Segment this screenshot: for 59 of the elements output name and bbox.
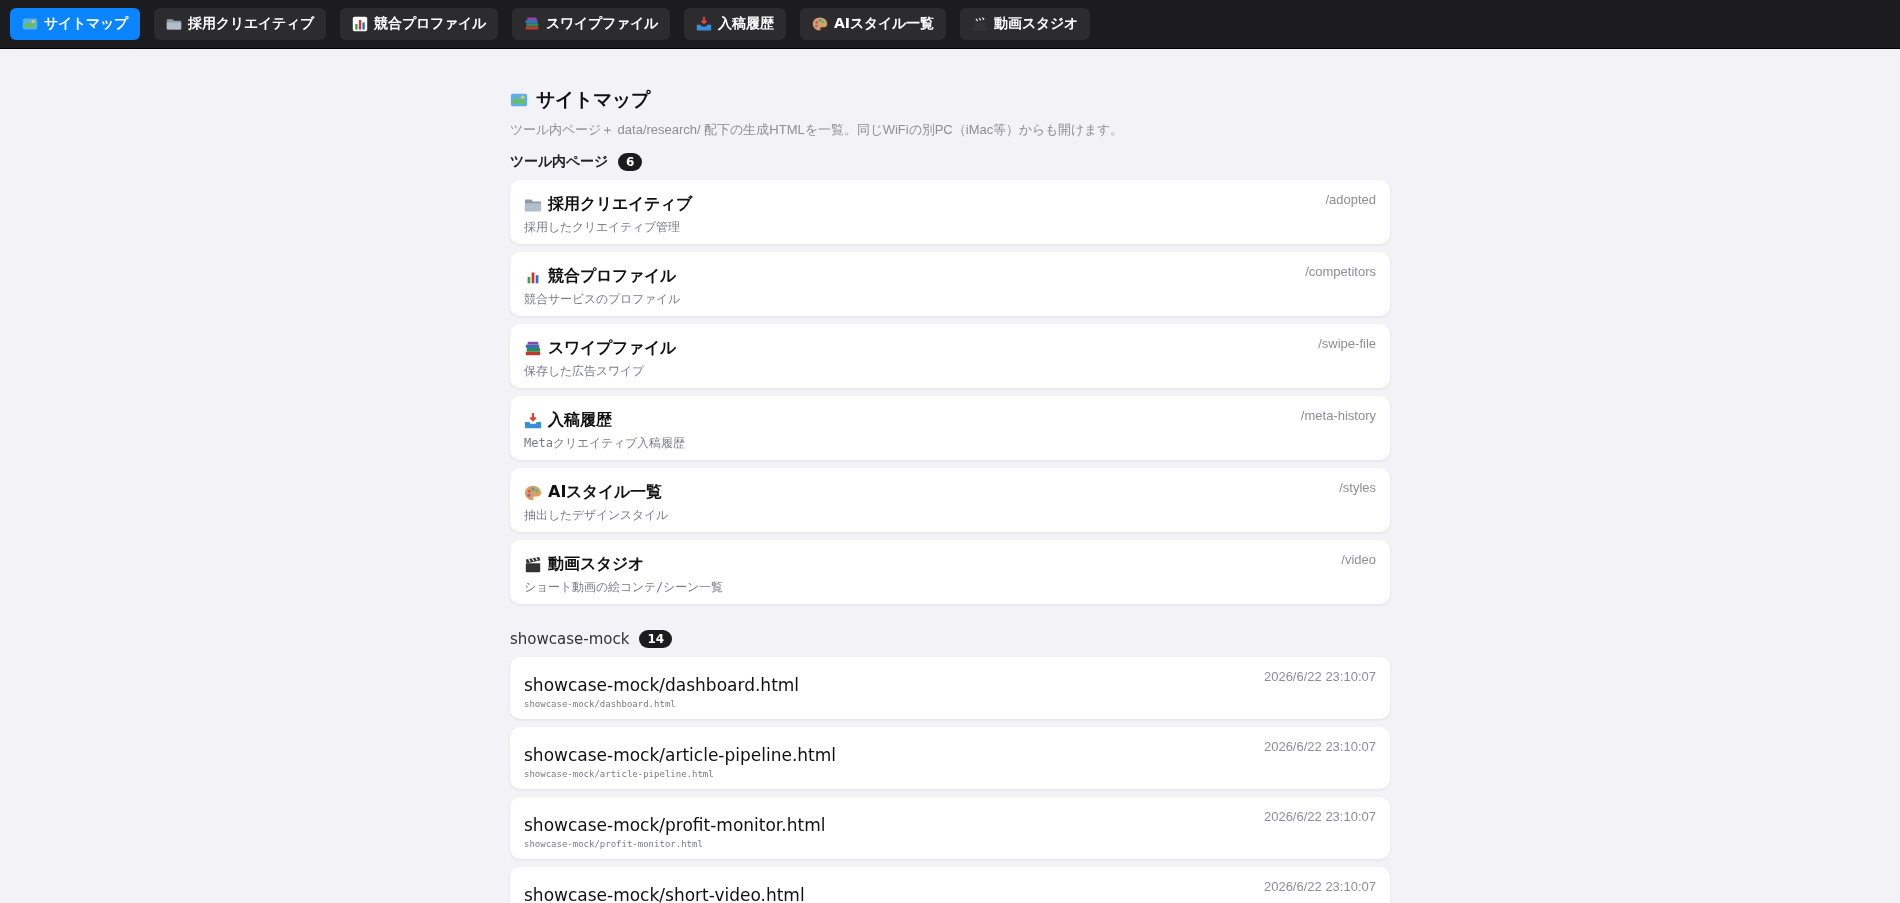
books-icon xyxy=(524,339,542,358)
page-title: サイトマップ xyxy=(536,87,650,112)
card-subtitle: ショート動画の絵コンテ/シーン一覧 xyxy=(524,579,724,596)
count-badge: 14 xyxy=(639,630,673,648)
nav-tab[interactable]: 入稿履歴 xyxy=(684,8,786,40)
card-subtitle: 抽出したデザインスタイル xyxy=(524,507,668,524)
file-card[interactable]: showcase-mock/dashboard.html showcase-mock/dashboard.html 2026/6/22 23:10:07 xyxy=(510,657,1390,719)
card-subtitle: showcase-mock/article-pipeline.html xyxy=(524,769,715,779)
card-subtitle: 採用したクリエイティブ管理 xyxy=(524,219,681,236)
page-card[interactable]: 入稿履歴 Metaクリエイティブ入稿履歴 /meta-history xyxy=(510,396,1390,460)
bar-chart-icon xyxy=(352,16,368,32)
count-badge: 6 xyxy=(618,153,643,171)
nav-tab[interactable]: 採用クリエイティブ xyxy=(154,8,326,40)
books-icon xyxy=(524,16,540,32)
timestamp: 2026/6/22 23:10:07 xyxy=(1263,879,1376,896)
route-path: /styles xyxy=(1339,480,1376,497)
section-heading: ツール内ページ xyxy=(510,153,608,171)
page-card[interactable]: 採用クリエイティブ 採用したクリエイティブ管理 /adopted xyxy=(510,180,1390,244)
card-subtitle: 競合サービスのプロファイル xyxy=(524,291,680,308)
timestamp: 2026/6/22 23:10:07 xyxy=(1263,739,1376,756)
card-title: 競合プロファイル xyxy=(548,266,676,287)
card-subtitle: showcase-mock/dashboard.html xyxy=(524,699,677,709)
card-subtitle: Metaクリエイティブ入稿履歴 xyxy=(524,435,685,452)
page-card[interactable]: 動画スタジオ ショート動画の絵コンテ/シーン一覧 /video xyxy=(510,540,1390,604)
nav-tab[interactable]: サイトマップ xyxy=(10,8,140,40)
card-title: showcase-mock/dashboard.html xyxy=(524,675,800,695)
page-card[interactable]: 競合プロファイル 競合サービスのプロファイル /competitors xyxy=(510,252,1390,316)
palette-icon xyxy=(812,16,828,32)
file-card[interactable]: showcase-mock/article-pipeline.html showcase-mock/article-pipeline.html 2026/6/22 23:10:07 xyxy=(510,727,1390,789)
route-path: /competitors xyxy=(1305,264,1376,281)
file-card[interactable]: showcase-mock/profit-monitor.html showcase-mock/profit-monitor.html 2026/6/22 23:10:07 xyxy=(510,797,1390,859)
palette-icon xyxy=(524,483,542,502)
card-title: showcase-mock/article-pipeline.html xyxy=(524,745,837,765)
timestamp: 2026/6/22 23:10:07 xyxy=(1263,809,1376,826)
nav-tab[interactable]: AIスタイル一覧 xyxy=(800,8,947,40)
section-heading: showcase-mock xyxy=(510,630,630,648)
timestamp: 2026/6/22 23:10:07 xyxy=(1263,669,1376,686)
route-path: /swipe-file xyxy=(1318,336,1376,353)
route-path: /video xyxy=(1341,552,1376,569)
card-title: 動画スタジオ xyxy=(548,554,644,575)
card-subtitle: 保存した広告スワイプ xyxy=(524,363,646,380)
card-title: 採用クリエイティブ xyxy=(548,194,692,215)
nav-tab[interactable]: スワイプファイル xyxy=(512,8,670,40)
card-title: showcase-mock/short-video.html xyxy=(524,885,805,903)
inbox-tray-icon xyxy=(524,411,542,430)
card-title: AIスタイル一覧 xyxy=(548,482,663,503)
folder-icon xyxy=(166,16,182,32)
inbox-tray-icon xyxy=(696,16,712,32)
card-subtitle: showcase-mock/profit-monitor.html xyxy=(524,839,704,849)
nav-tab[interactable]: 動画スタジオ xyxy=(960,8,1091,40)
file-card[interactable]: showcase-mock/short-video.html 2026/6/22 23:10:07 xyxy=(510,867,1390,903)
card-title: スワイプファイル xyxy=(548,338,676,359)
page-card[interactable]: スワイプファイル 保存した広告スワイプ /swipe-file xyxy=(510,324,1390,388)
page-card[interactable]: AIスタイル一覧 抽出したデザインスタイル /styles xyxy=(510,468,1390,532)
card-title: showcase-mock/profit-monitor.html xyxy=(524,815,826,835)
nav-tab[interactable]: 競合プロファイル xyxy=(340,8,498,40)
card-title: 入稿履歴 xyxy=(548,410,612,431)
route-path: /meta-history xyxy=(1300,408,1376,425)
route-path: /adopted xyxy=(1325,192,1376,209)
